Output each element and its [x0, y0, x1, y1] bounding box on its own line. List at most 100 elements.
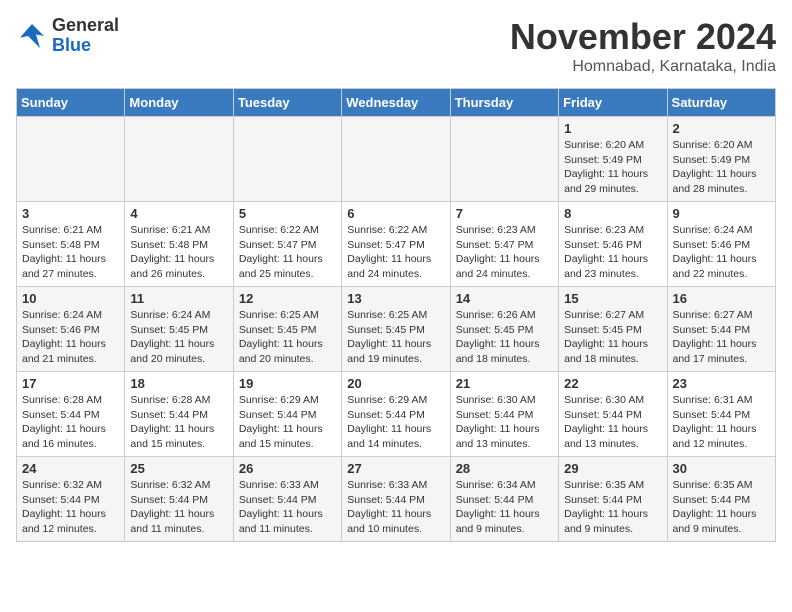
day-info: Sunrise: 6:24 AM Sunset: 5:46 PM Dayligh… [673, 223, 770, 282]
header-day-monday: Monday [125, 89, 233, 117]
day-info: Sunrise: 6:25 AM Sunset: 5:45 PM Dayligh… [239, 308, 336, 367]
logo-blue: Blue [52, 35, 91, 55]
day-info: Sunrise: 6:24 AM Sunset: 5:46 PM Dayligh… [22, 308, 119, 367]
day-info: Sunrise: 6:30 AM Sunset: 5:44 PM Dayligh… [456, 393, 553, 452]
calendar-subtitle: Homnabad, Karnataka, India [510, 58, 776, 76]
week-row-4: 17Sunrise: 6:28 AM Sunset: 5:44 PM Dayli… [17, 372, 776, 457]
day-info: Sunrise: 6:27 AM Sunset: 5:45 PM Dayligh… [564, 308, 661, 367]
calendar-cell: 10 Sunrise: 6:24 AM Sunset: 5:46 PM Dayli… [17, 287, 125, 372]
day-info: Sunrise: 6:34 AM Sunset: 5:44 PM Dayligh… [456, 478, 553, 537]
calendar-cell [233, 117, 341, 202]
header-day-friday: Friday [559, 89, 667, 117]
day-info: Sunrise: 6:21 AM Sunset: 5:48 PM Dayligh… [130, 223, 227, 282]
day-info: Sunrise: 6:26 AM Sunset: 5:45 PM Dayligh… [456, 308, 553, 367]
calendar-cell [342, 117, 450, 202]
title-block: November 2024 Homnabad, Karnataka, India [510, 16, 776, 76]
calendar-cell: 14 Sunrise: 6:26 AM Sunset: 5:45 PM Dayli… [450, 287, 558, 372]
day-number: 1 [564, 121, 661, 136]
day-number: 20 [347, 376, 444, 391]
calendar-cell: 26 Sunrise: 6:33 AM Sunset: 5:44 PM Dayli… [233, 457, 341, 542]
week-row-5: 24 Sunrise: 6:32 AM Sunset: 5:44 PM Dayli… [17, 457, 776, 542]
day-number: 7 [456, 206, 553, 221]
day-info: Sunrise: 6:22 AM Sunset: 5:47 PM Dayligh… [347, 223, 444, 282]
calendar-cell: 2 Sunrise: 6:20 AM Sunset: 5:49 PM Daylig… [667, 117, 775, 202]
calendar-table: SundayMondayTuesdayWednesdayThursdayFrid… [16, 88, 776, 542]
day-info: Sunrise: 6:22 AM Sunset: 5:47 PM Dayligh… [239, 223, 336, 282]
calendar-cell [125, 117, 233, 202]
day-info: Sunrise: 6:28 AM Sunset: 5:44 PM Dayligh… [130, 393, 227, 452]
day-number: 21 [456, 376, 553, 391]
day-info: Sunrise: 6:32 AM Sunset: 5:44 PM Dayligh… [22, 478, 119, 537]
day-number: 6 [347, 206, 444, 221]
day-number: 27 [347, 461, 444, 476]
calendar-cell: 18 Sunrise: 6:28 AM Sunset: 5:44 PM Dayli… [125, 372, 233, 457]
calendar-cell: 4 Sunrise: 6:21 AM Sunset: 5:48 PM Daylig… [125, 202, 233, 287]
day-number: 24 [22, 461, 119, 476]
calendar-cell: 20Sunrise: 6:29 AM Sunset: 5:44 PM Dayli… [342, 372, 450, 457]
day-number: 22 [564, 376, 661, 391]
logo-text: General Blue [52, 16, 119, 56]
calendar-cell: 15Sunrise: 6:27 AM Sunset: 5:45 PM Dayli… [559, 287, 667, 372]
day-number: 4 [130, 206, 227, 221]
header-day-saturday: Saturday [667, 89, 775, 117]
day-number: 25 [130, 461, 227, 476]
calendar-title: November 2024 [510, 16, 776, 58]
calendar-cell: 5 Sunrise: 6:22 AM Sunset: 5:47 PM Daylig… [233, 202, 341, 287]
day-info: Sunrise: 6:27 AM Sunset: 5:44 PM Dayligh… [673, 308, 770, 367]
day-info: Sunrise: 6:23 AM Sunset: 5:46 PM Dayligh… [564, 223, 661, 282]
calendar-cell: 29 Sunrise: 6:35 AM Sunset: 5:44 PM Dayli… [559, 457, 667, 542]
header-day-tuesday: Tuesday [233, 89, 341, 117]
calendar-cell: 23 Sunrise: 6:31 AM Sunset: 5:44 PM Dayli… [667, 372, 775, 457]
calendar-cell: 13Sunrise: 6:25 AM Sunset: 5:45 PM Dayli… [342, 287, 450, 372]
day-number: 5 [239, 206, 336, 221]
calendar-cell: 1 Sunrise: 6:20 AM Sunset: 5:49 PM Daylig… [559, 117, 667, 202]
day-number: 12 [239, 291, 336, 306]
day-number: 28 [456, 461, 553, 476]
day-info: Sunrise: 6:31 AM Sunset: 5:44 PM Dayligh… [673, 393, 770, 452]
day-number: 14 [456, 291, 553, 306]
day-number: 23 [673, 376, 770, 391]
day-number: 18 [130, 376, 227, 391]
calendar-cell [17, 117, 125, 202]
day-info: Sunrise: 6:32 AM Sunset: 5:44 PM Dayligh… [130, 478, 227, 537]
day-info: Sunrise: 6:21 AM Sunset: 5:48 PM Dayligh… [22, 223, 119, 282]
day-info: Sunrise: 6:20 AM Sunset: 5:49 PM Dayligh… [673, 138, 770, 197]
logo-general: General [52, 15, 119, 35]
calendar-body: 1 Sunrise: 6:20 AM Sunset: 5:49 PM Daylig… [17, 117, 776, 542]
logo: General Blue [16, 16, 119, 56]
day-info: Sunrise: 6:35 AM Sunset: 5:44 PM Dayligh… [673, 478, 770, 537]
day-info: Sunrise: 6:33 AM Sunset: 5:44 PM Dayligh… [239, 478, 336, 537]
day-number: 16 [673, 291, 770, 306]
day-info: Sunrise: 6:33 AM Sunset: 5:44 PM Dayligh… [347, 478, 444, 537]
day-number: 29 [564, 461, 661, 476]
calendar-cell: 3Sunrise: 6:21 AM Sunset: 5:48 PM Daylig… [17, 202, 125, 287]
day-number: 30 [673, 461, 770, 476]
day-info: Sunrise: 6:29 AM Sunset: 5:44 PM Dayligh… [239, 393, 336, 452]
week-row-3: 10 Sunrise: 6:24 AM Sunset: 5:46 PM Dayli… [17, 287, 776, 372]
calendar-cell: 8Sunrise: 6:23 AM Sunset: 5:46 PM Daylig… [559, 202, 667, 287]
calendar-cell: 17Sunrise: 6:28 AM Sunset: 5:44 PM Dayli… [17, 372, 125, 457]
day-info: Sunrise: 6:28 AM Sunset: 5:44 PM Dayligh… [22, 393, 119, 452]
day-number: 11 [130, 291, 227, 306]
week-row-2: 3Sunrise: 6:21 AM Sunset: 5:48 PM Daylig… [17, 202, 776, 287]
page-header: General Blue November 2024 Homnabad, Kar… [16, 16, 776, 76]
calendar-cell: 21 Sunrise: 6:30 AM Sunset: 5:44 PM Dayli… [450, 372, 558, 457]
calendar-cell: 7 Sunrise: 6:23 AM Sunset: 5:47 PM Daylig… [450, 202, 558, 287]
day-info: Sunrise: 6:35 AM Sunset: 5:44 PM Dayligh… [564, 478, 661, 537]
day-info: Sunrise: 6:30 AM Sunset: 5:44 PM Dayligh… [564, 393, 661, 452]
day-number: 2 [673, 121, 770, 136]
calendar-header: SundayMondayTuesdayWednesdayThursdayFrid… [17, 89, 776, 117]
calendar-cell: 25 Sunrise: 6:32 AM Sunset: 5:44 PM Dayli… [125, 457, 233, 542]
day-number: 10 [22, 291, 119, 306]
header-row: SundayMondayTuesdayWednesdayThursdayFrid… [17, 89, 776, 117]
calendar-cell: 19Sunrise: 6:29 AM Sunset: 5:44 PM Dayli… [233, 372, 341, 457]
day-info: Sunrise: 6:23 AM Sunset: 5:47 PM Dayligh… [456, 223, 553, 282]
week-row-1: 1 Sunrise: 6:20 AM Sunset: 5:49 PM Daylig… [17, 117, 776, 202]
calendar-cell: 12 Sunrise: 6:25 AM Sunset: 5:45 PM Dayli… [233, 287, 341, 372]
day-number: 26 [239, 461, 336, 476]
day-info: Sunrise: 6:25 AM Sunset: 5:45 PM Dayligh… [347, 308, 444, 367]
header-day-wednesday: Wednesday [342, 89, 450, 117]
day-info: Sunrise: 6:20 AM Sunset: 5:49 PM Dayligh… [564, 138, 661, 197]
calendar-cell: 28 Sunrise: 6:34 AM Sunset: 5:44 PM Dayli… [450, 457, 558, 542]
calendar-cell [450, 117, 558, 202]
